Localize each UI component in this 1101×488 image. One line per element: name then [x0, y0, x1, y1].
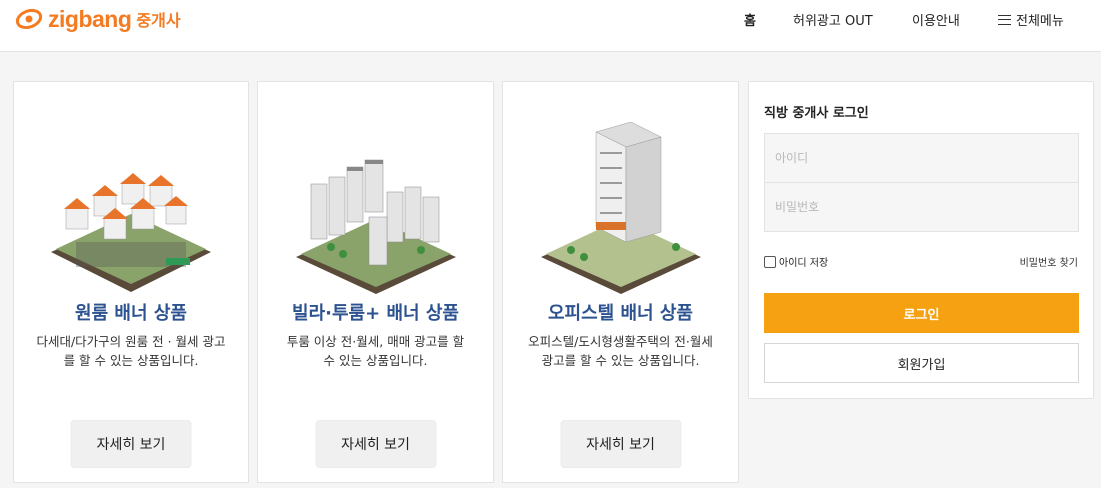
product-card-villa: 빌라·투룸+ 배너 상품 투룸 이상 전·월세, 매매 광고를 할 수 있는 상…: [257, 81, 494, 483]
nav-all-menu[interactable]: 전체메뉴: [998, 10, 1064, 29]
nav-guide[interactable]: 이용안내: [912, 10, 960, 29]
card-description: 다세대/다가구의 원룸 전 · 월세 광고를 할 수 있는 상품입니다.: [36, 334, 226, 368]
product-card-oneroom: 원룸 배너 상품 다세대/다가구의 원룸 전 · 월세 광고를 할 수 있는 상…: [13, 81, 249, 483]
view-details-button[interactable]: 자세히 보기: [560, 420, 681, 468]
nav-all-menu-label: 전체메뉴: [1016, 14, 1064, 29]
card-title: 원룸 배너 상품: [75, 303, 187, 324]
villa-illustration: [258, 122, 493, 297]
view-details-button[interactable]: 자세히 보기: [315, 420, 436, 468]
oneroom-illustration: [14, 122, 248, 297]
save-id-checkbox[interactable]: [764, 255, 776, 268]
card-description: 투룸 이상 전·월세, 매매 광고를 할 수 있는 상품입니다.: [286, 334, 465, 368]
hamburger-icon: [998, 14, 1011, 25]
zigbang-logo-icon: [15, 8, 43, 30]
card-title: 오피스텔 배너 상품: [547, 303, 693, 324]
login-title: 직방 중개사 로그인: [764, 106, 869, 121]
logo-text: zigbang: [48, 5, 132, 32]
password-input[interactable]: [764, 182, 1079, 232]
nav-home[interactable]: 홈: [744, 10, 756, 29]
logo-sub: 중개사: [136, 11, 181, 30]
zigbang-logo[interactable]: zigbang 중개사: [14, 6, 181, 32]
card-title: 빌라·투룸+ 배너 상품: [292, 303, 459, 324]
card-description: 오피스텔/도시형생활주택의 전·월세 광고를 할 수 있는 상품입니다.: [528, 334, 713, 368]
save-id-row[interactable]: 아이디 저장: [764, 254, 828, 269]
find-password-link[interactable]: 비밀번호 찾기: [1020, 254, 1078, 269]
product-card-officetel: 오피스텔 배너 상품 오피스텔/도시형생활주택의 전·월세 광고를 할 수 있는…: [502, 81, 739, 483]
view-details-button[interactable]: 자세히 보기: [70, 420, 192, 468]
save-id-label: 아이디 저장: [779, 258, 829, 269]
officetel-illustration: [503, 122, 738, 297]
top-header: zigbang 중개사 홈 허위광고 OUT 이용안내 전체메뉴: [0, 0, 1101, 52]
nav-fake-ad-out[interactable]: 허위광고 OUT: [793, 10, 873, 29]
login-panel: 직방 중개사 로그인 아이디 저장 비밀번호 찾기 로그인 회원가입: [748, 81, 1094, 399]
id-input[interactable]: [764, 133, 1079, 183]
login-button[interactable]: 로그인: [764, 293, 1079, 333]
join-button[interactable]: 회원가입: [764, 343, 1079, 383]
